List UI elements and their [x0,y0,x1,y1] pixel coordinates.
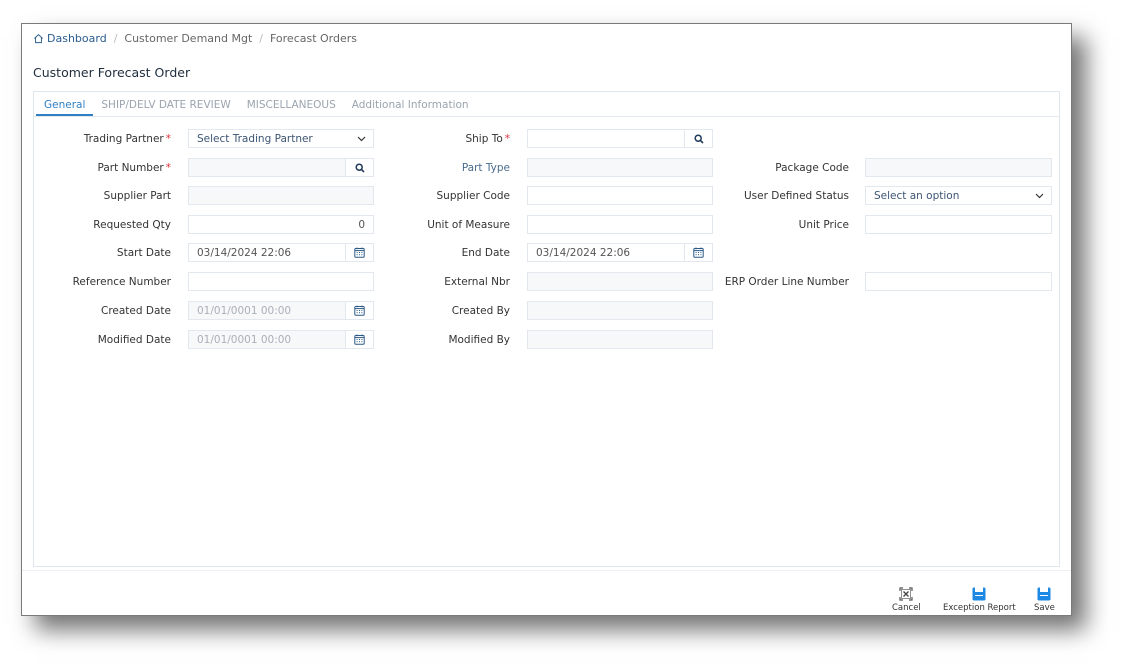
ship-to-label: Ship To * [350,133,510,145]
package-code-label: Package Code [775,162,849,174]
cancel-label: Cancel [892,603,921,613]
created-by-label: Created By [451,305,510,317]
trading-partner-label: Trading Partner * [11,133,171,145]
exception-report-label: Exception Report [943,603,1016,613]
breadcrumb-customer-demand-mgt[interactable]: Customer Demand Mgt [124,32,252,45]
modified-date-value: 01/01/0001 00:00 [197,333,292,346]
start-date-input[interactable]: 03/14/2024 22:06 [188,243,374,262]
user-defined-status-value: Select an option [874,189,960,202]
user-defined-status-label: User Defined Status [743,190,849,202]
requested-qty-label: Requested Qty [93,219,171,231]
created-date-label: Created Date [101,305,171,317]
required-marker: * [165,133,171,145]
created-date-input: 01/01/0001 00:00 [188,301,374,320]
cancel-icon [899,587,913,601]
erp-order-line-number-label: ERP Order Line Number [724,276,849,288]
supplier-part-input [188,186,374,205]
required-marker: * [504,133,510,145]
breadcrumb: Dashboard / Customer Demand Mgt / Foreca… [33,32,357,45]
unit-of-measure-input[interactable] [527,215,713,234]
modified-date-label: Modified Date [97,334,171,346]
start-date-value: 03/14/2024 22:06 [197,246,292,259]
save-button[interactable]: Save [1034,586,1055,613]
ship-to-label-text: Ship To [465,133,503,145]
unit-price-label: Unit Price [798,219,849,231]
ship-to-input[interactable] [527,129,713,148]
trading-partner-select[interactable]: Select Trading Partner [188,129,374,148]
requested-qty-value: 0 [358,218,365,231]
part-number-input[interactable] [188,158,374,177]
external-nbr-input [527,272,713,291]
cancel-button[interactable]: Cancel [892,586,921,613]
reference-number-input[interactable] [188,272,374,291]
search-icon [693,133,704,144]
part-number-label-text: Part Number [97,162,164,174]
ship-to-search-button[interactable] [684,130,712,147]
breadcrumb-forecast-orders: Forecast Orders [269,32,358,45]
tab-miscellaneous[interactable]: MISCELLANEOUS [239,99,344,116]
supplier-code-label: Supplier Code [436,190,510,202]
form-panel: General SHIP/DELV DATE REVIEW MISCELLANE… [33,91,1060,567]
chevron-down-icon[interactable] [1027,193,1051,199]
created-by-input [527,301,713,320]
breadcrumb-dashboard[interactable]: Dashboard [33,32,107,45]
supplier-part-label: Supplier Part [103,190,171,202]
tab-ship-delv-date-review[interactable]: SHIP/DELV DATE REVIEW [93,99,238,116]
start-date-label: Start Date [116,247,171,259]
erp-order-line-number-input[interactable] [865,272,1052,291]
exception-report-button[interactable]: Exception Report [943,586,1016,613]
unit-price-input[interactable] [865,215,1052,234]
tab-bar: General SHIP/DELV DATE REVIEW MISCELLANE… [34,92,1059,117]
external-nbr-label: External Nbr [444,276,510,288]
unit-of-measure-label: Unit of Measure [427,219,510,231]
breadcrumb-dashboard-label[interactable]: Dashboard [47,32,107,45]
modified-by-input [527,330,713,349]
calendar-icon [693,247,704,258]
forecast-order-window: Dashboard / Customer Demand Mgt / Foreca… [21,23,1072,616]
footer-divider [22,570,1071,571]
package-code-input [865,158,1052,177]
end-date-input[interactable]: 03/14/2024 22:06 [527,243,713,262]
user-defined-status-select[interactable]: Select an option [865,186,1052,205]
end-date-picker-button[interactable] [684,244,712,261]
trading-partner-label-text: Trading Partner [83,133,164,145]
breadcrumb-separator: / [259,32,263,45]
home-icon [34,34,43,44]
part-type-label: Part Type [461,162,510,174]
save-icon [1037,587,1051,601]
end-date-value: 03/14/2024 22:06 [536,246,631,259]
part-type-input [527,158,713,177]
supplier-code-input[interactable] [527,186,713,205]
page-title: Customer Forecast Order [33,65,191,80]
modified-date-input: 01/01/0001 00:00 [188,330,374,349]
required-marker: * [165,162,171,174]
save-label: Save [1034,603,1055,613]
trading-partner-value: Select Trading Partner [197,132,313,145]
tab-additional-information[interactable]: Additional Information [344,99,477,116]
save-icon [972,587,986,601]
modified-by-label: Modified By [448,334,510,346]
requested-qty-input[interactable]: 0 [188,215,374,234]
tab-general[interactable]: General [36,99,94,116]
part-number-label: Part Number * [11,162,172,174]
reference-number-label: Reference Number [72,276,171,288]
created-date-value: 01/01/0001 00:00 [197,304,292,317]
end-date-label: End Date [461,247,510,259]
breadcrumb-separator: / [113,32,118,45]
